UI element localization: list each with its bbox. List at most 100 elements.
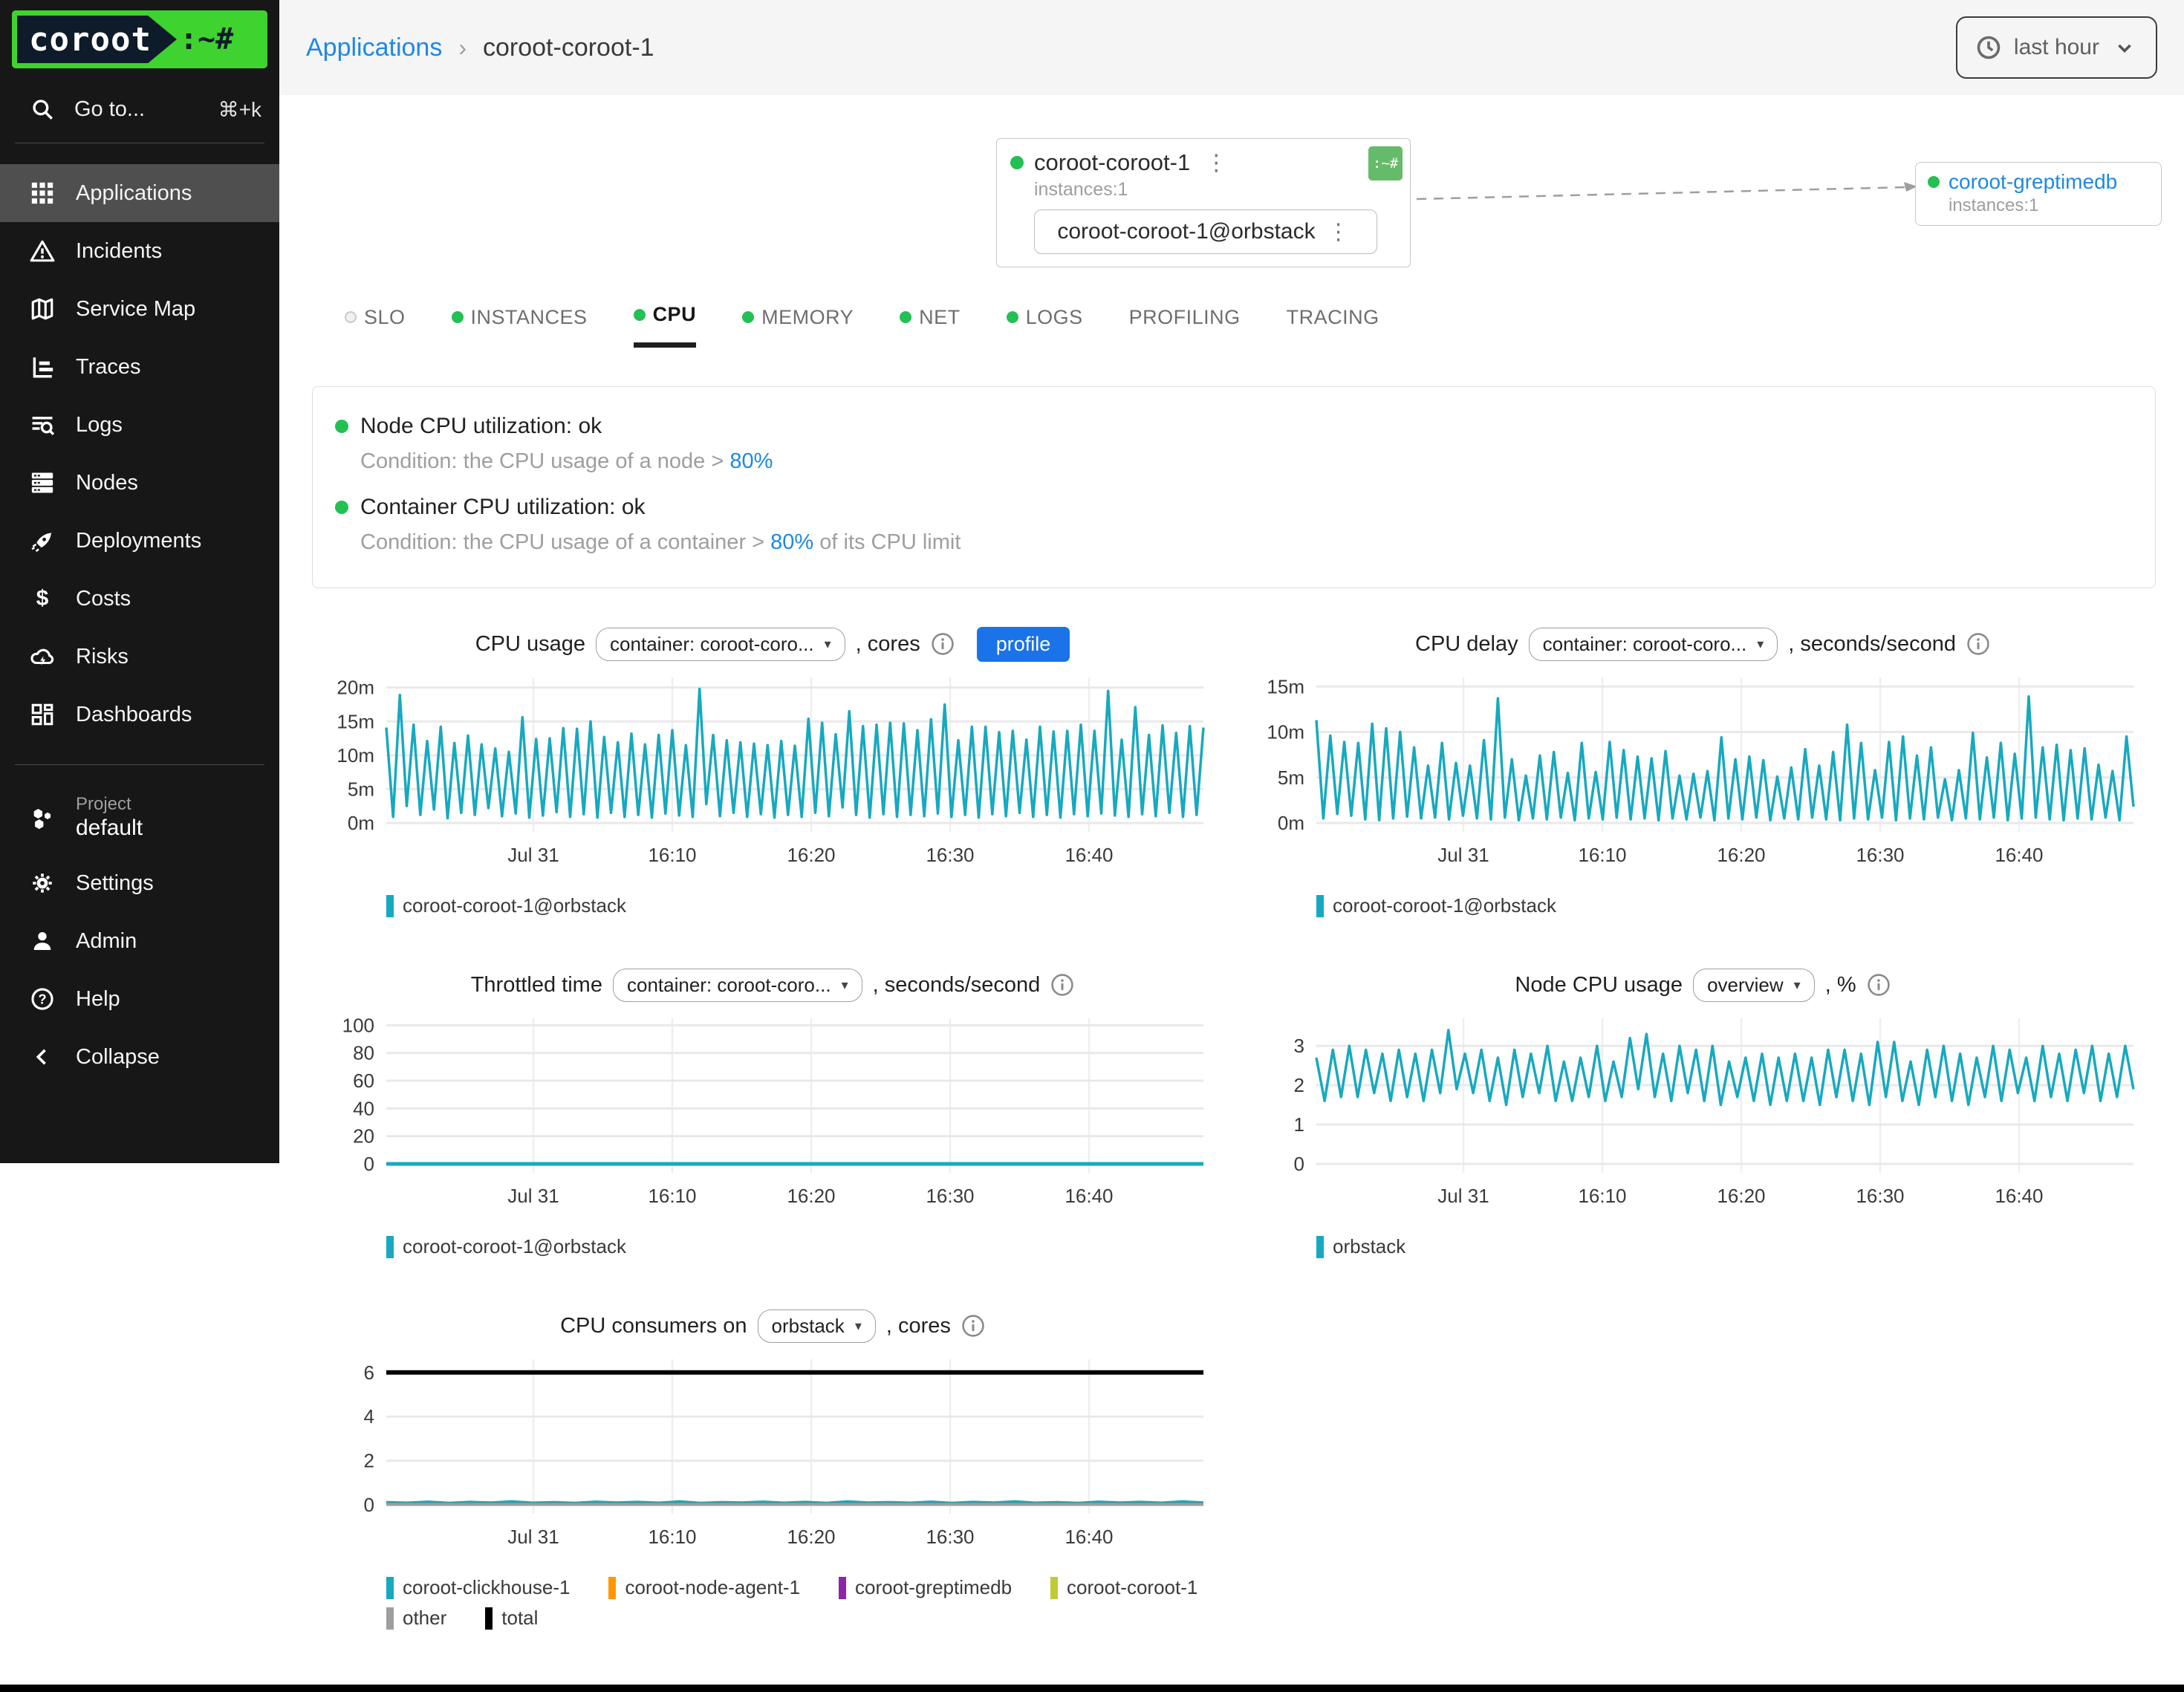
legend-item-orbstack[interactable]: orbstack — [1316, 1235, 1405, 1258]
series-select[interactable]: overview▾ — [1693, 969, 1815, 1002]
kebab-menu-icon[interactable]: ⋮ — [1323, 219, 1354, 245]
threshold-link[interactable]: 80% — [729, 449, 773, 473]
sidebar-item-label: Settings — [76, 871, 154, 896]
instances-label: instances:1 — [1034, 179, 1397, 201]
tab-slo[interactable]: SLO — [345, 303, 406, 348]
legend-item-coroot-greptimedb[interactable]: coroot-greptimedb — [839, 1576, 1012, 1599]
logo-prompt-text: :~# — [180, 22, 233, 56]
svg-text:16:30: 16:30 — [1856, 1185, 1904, 1207]
svg-text:16:40: 16:40 — [1065, 844, 1113, 866]
sidebar-item-admin[interactable]: Admin — [0, 912, 279, 970]
tab-net[interactable]: NET — [900, 303, 961, 348]
svg-text:16:10: 16:10 — [1578, 844, 1626, 866]
sidebar-item-settings[interactable]: Settings — [0, 854, 279, 912]
chart-throttled-time: Throttled time container: coroot-coro...… — [312, 963, 1233, 1258]
time-range-picker[interactable]: last hour — [1956, 16, 2157, 79]
svg-text:15m: 15m — [1267, 675, 1304, 697]
sidebar-item-incidents[interactable]: Incidents — [0, 222, 279, 280]
svg-text:16:10: 16:10 — [1578, 1185, 1626, 1207]
legend-item-coroot-coroot-1-orbstack[interactable]: coroot-coroot-1@orbstack — [386, 894, 626, 917]
dollar-icon: $ — [30, 586, 55, 611]
kebab-menu-icon[interactable]: ⋮ — [1200, 150, 1232, 176]
sidebar-collapse[interactable]: Collapse — [0, 1028, 279, 1086]
check-condition: Condition: the CPU usage of a node > 80% — [360, 449, 2133, 474]
info-icon[interactable] — [931, 632, 955, 656]
chart-title-text: CPU delay — [1415, 632, 1518, 657]
breadcrumb-separator-icon: › — [458, 34, 467, 62]
svg-text:16:10: 16:10 — [648, 1526, 696, 1548]
svg-text:16:10: 16:10 — [648, 844, 696, 866]
project-selector[interactable]: Project default — [0, 786, 279, 850]
svg-text:16:30: 16:30 — [1856, 844, 1904, 866]
chart-title-text: Throttled time — [471, 973, 602, 998]
instance-box[interactable]: coroot-coroot-1@orbstack ⋮ — [1034, 209, 1377, 254]
legend-label: orbstack — [1333, 1235, 1405, 1258]
cpu-delay-plot: Jul 3116:1016:2016:3016:400m5m10m15m — [1242, 666, 2163, 888]
info-icon[interactable] — [1966, 632, 1990, 656]
upstream-app-link[interactable]: coroot-greptimedb — [1949, 170, 2117, 194]
info-icon[interactable] — [1867, 973, 1891, 997]
tab-memory[interactable]: MEMORY — [742, 303, 854, 348]
svg-text:Jul 31: Jul 31 — [1437, 844, 1489, 866]
svg-text:100: 100 — [342, 1014, 374, 1036]
sidebar-item-costs[interactable]: $Costs — [0, 570, 279, 628]
sidebar-item-help[interactable]: ?Help — [0, 970, 279, 1028]
legend-item-coroot-node-agent-1[interactable]: coroot-node-agent-1 — [608, 1576, 800, 1599]
series-select[interactable]: container: coroot-coro...▾ — [596, 628, 845, 661]
tab-cpu[interactable]: CPU — [634, 303, 697, 348]
sidebar-item-applications[interactable]: Applications — [0, 164, 279, 222]
goto-label: Go to... — [74, 97, 145, 122]
sidebar-item-label: Traces — [76, 355, 141, 380]
sidebar-item-logs[interactable]: Logs — [0, 396, 279, 454]
time-range-value: last hour — [2014, 35, 2099, 60]
goto-search[interactable]: Go to... ⌘+k — [30, 97, 261, 122]
series-select[interactable]: container: coroot-coro...▾ — [613, 969, 862, 1002]
tab-tracing[interactable]: TRACING — [1287, 303, 1379, 348]
svg-text:16:30: 16:30 — [926, 1185, 974, 1207]
sidebar-item-nodes[interactable]: Nodes — [0, 454, 279, 512]
series-select[interactable]: container: coroot-coro...▾ — [1529, 628, 1778, 661]
legend-label: coroot-coroot-1 — [1067, 1576, 1197, 1599]
legend-color-swatch — [386, 1236, 394, 1258]
sidebar-item-service-map[interactable]: Service Map — [0, 280, 279, 338]
profile-button[interactable]: profile — [977, 627, 1070, 662]
chevron-down-icon — [2111, 34, 2138, 61]
chevron-down-icon: ▾ — [1757, 637, 1764, 652]
tab-label: MEMORY — [761, 306, 854, 329]
legend-item-other[interactable]: other — [386, 1607, 446, 1630]
coroot-logo[interactable]: coroot :~# — [12, 10, 267, 68]
chart-node-cpu-usage: Node CPU usage overview▾ , % Jul 3116:10… — [1242, 963, 2163, 1258]
tab-instances[interactable]: INSTANCES — [452, 303, 588, 348]
tab-logs[interactable]: LOGS — [1007, 303, 1083, 348]
svg-text:60: 60 — [353, 1070, 374, 1092]
legend-item-coroot-coroot-1-orbstack[interactable]: coroot-coroot-1@orbstack — [1316, 894, 1556, 917]
sidebar-item-deployments[interactable]: Deployments — [0, 512, 279, 570]
breadcrumb-applications-link[interactable]: Applications — [306, 33, 442, 62]
svg-text:16:20: 16:20 — [787, 1526, 835, 1548]
sidebar-item-dashboards[interactable]: Dashboards — [0, 686, 279, 743]
sidebar-item-traces[interactable]: Traces — [0, 338, 279, 396]
empty-cell — [1242, 1304, 2163, 1630]
info-icon[interactable] — [961, 1314, 985, 1338]
sidebar-item-label: Admin — [76, 929, 137, 954]
svg-text:0: 0 — [1294, 1153, 1304, 1175]
legend-label: coroot-clickhouse-1 — [403, 1576, 570, 1599]
threshold-link[interactable]: 80% — [770, 530, 813, 554]
legend-item-coroot-coroot-1-orbstack[interactable]: coroot-coroot-1@orbstack — [386, 1235, 626, 1258]
node-select[interactable]: orbstack▾ — [758, 1309, 876, 1343]
tab-status-dot — [452, 311, 464, 323]
collapse-label: Collapse — [76, 1045, 160, 1070]
svg-text:16:30: 16:30 — [926, 844, 974, 866]
tab-status-dot — [900, 311, 911, 323]
svg-text:5m: 5m — [1278, 767, 1304, 789]
info-icon[interactable] — [1050, 973, 1074, 997]
logo-wordmark: coroot — [17, 16, 177, 63]
tab-profiling[interactable]: PROFILING — [1129, 303, 1241, 348]
sidebar-item-risks[interactable]: Risks — [0, 628, 279, 686]
nodes-icon — [30, 470, 55, 495]
legend-item-coroot-clickhouse-1[interactable]: coroot-clickhouse-1 — [386, 1576, 570, 1599]
legend-item-total[interactable]: total — [485, 1607, 538, 1630]
cpu-consumers-plot: Jul 3116:1016:2016:3016:400246 — [312, 1347, 1233, 1570]
legend: coroot-coroot-1@orbstack — [1316, 894, 2133, 917]
legend-item-coroot-coroot-1[interactable]: coroot-coroot-1 — [1050, 1576, 1197, 1599]
